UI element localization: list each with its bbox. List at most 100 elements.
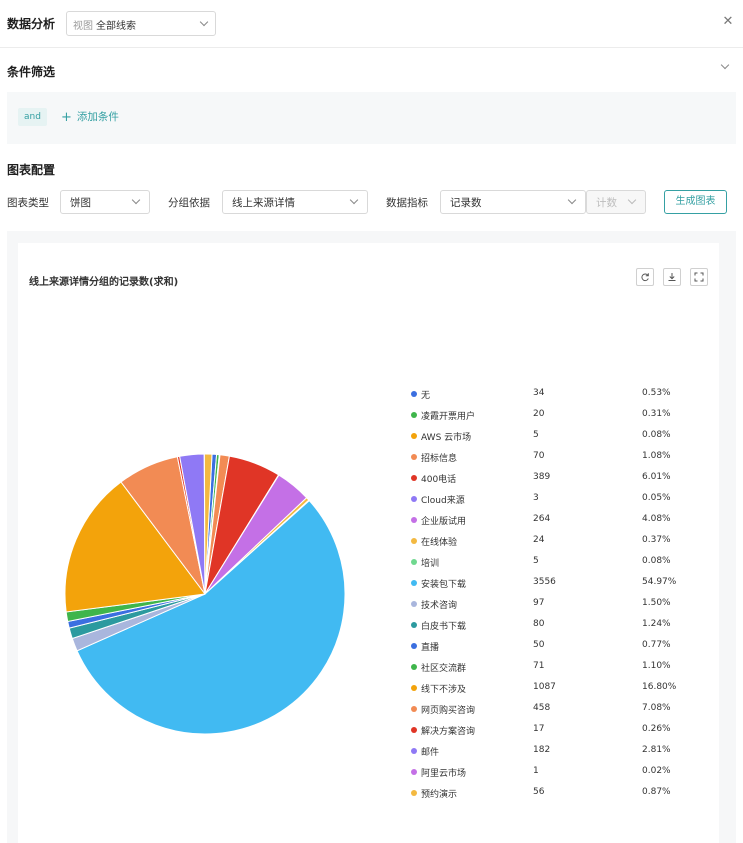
chevron-down-icon [131,195,141,205]
legend-item[interactable]: 直播 50 0.77% [411,640,701,661]
legend-percent: 0.31% [642,409,671,419]
panel-title: 数据分析 [7,17,56,31]
legend-percent: 1.50% [642,598,671,608]
legend-label: 直播 [421,643,440,653]
legend-count: 3556 [533,577,556,587]
legend-color-dot [411,622,417,628]
legend-item[interactable]: 线下不涉及 1087 16.80% [411,682,701,703]
legend-percent: 0.08% [642,556,671,566]
panel-header: 数据分析 视图 全部线索 ✕ [0,0,743,48]
view-select[interactable]: 视图 全部线索 [66,11,216,36]
legend-item[interactable]: 邮件 182 2.81% [411,745,701,766]
legend-color-dot [411,685,417,691]
generate-chart-button[interactable]: 生成图表 [664,190,727,214]
legend-label: 凌霞开票用户 [421,412,476,422]
aggregation-select[interactable]: 计数 [586,190,646,214]
chart-type-select[interactable]: 饼图 [60,190,150,214]
chart-config-title: 图表配置 [7,163,56,177]
legend-count: 5 [533,556,539,566]
legend-item[interactable]: Cloud来源 3 0.05% [411,493,701,514]
aggregation-placeholder: 计数 [596,197,617,209]
legend-color-dot [411,538,417,544]
legend-item[interactable]: 白皮书下载 80 1.24% [411,619,701,640]
close-icon[interactable]: ✕ [722,15,734,29]
legend-item[interactable]: 阿里云市场 1 0.02% [411,766,701,787]
legend-percent: 0.02% [642,766,671,776]
chart-card: 线上来源详情分组的记录数(求和) 无 34 0.53% 凌霞开票用户 20 0.31% AW… [18,243,719,843]
legend-color-dot [411,412,417,418]
legend-color-dot [411,391,417,397]
chart-type-value: 饼图 [70,197,91,209]
legend-color-dot [411,517,417,523]
legend-item[interactable]: 凌霞开票用户 20 0.31% [411,409,701,430]
view-select-value: 全部线索 [96,21,136,32]
legend-item[interactable]: 社区交流群 71 1.10% [411,661,701,682]
group-by-select[interactable]: 线上来源详情 [222,190,368,214]
metric-value: 记录数 [450,197,482,209]
metric-select[interactable]: 记录数 [440,190,586,214]
legend-label: 预约演示 [421,790,458,800]
legend-item[interactable]: 400电话 389 6.01% [411,472,701,493]
legend-color-dot [411,454,417,460]
legend-count: 24 [533,535,545,545]
filter-conditions-box: and + 添加条件 [7,92,736,144]
legend-label: 解决方案咨询 [421,727,476,737]
legend-count: 1 [533,766,539,776]
legend-percent: 0.05% [642,493,671,503]
and-operator-tag[interactable]: and [18,108,47,126]
legend-color-dot [411,727,417,733]
legend-count: 182 [533,745,551,755]
legend-label: 网页购买咨询 [421,706,476,716]
filter-section-title: 条件筛选 [7,65,56,79]
legend-percent: 1.24% [642,619,671,629]
legend-label: AWS 云市场 [421,433,472,443]
chevron-down-icon [567,195,577,205]
legend-percent: 7.08% [642,703,671,713]
legend-item[interactable]: 培训 5 0.08% [411,556,701,577]
legend-item[interactable]: 预约演示 56 0.87% [411,787,701,808]
group-by-value: 线上来源详情 [232,197,295,209]
legend-label: 社区交流群 [421,664,467,674]
legend-color-dot [411,706,417,712]
legend-color-dot [411,496,417,502]
legend-percent: 1.10% [642,661,671,671]
legend-percent: 0.77% [642,640,671,650]
legend-color-dot [411,601,417,607]
legend-count: 97 [533,598,545,608]
legend-percent: 0.53% [642,388,671,398]
legend-percent: 0.87% [642,787,671,797]
legend-item[interactable]: 在线体验 24 0.37% [411,535,701,556]
legend-item[interactable]: 招标信息 70 1.08% [411,451,701,472]
legend-count: 70 [533,451,545,461]
legend-item[interactable]: 技术咨询 97 1.50% [411,598,701,619]
view-select-prefix: 视图 [73,21,93,32]
legend-color-dot [411,790,417,796]
legend-color-dot [411,559,417,565]
add-condition-label: 添加条件 [76,111,119,123]
legend-color-dot [411,475,417,481]
legend-count: 20 [533,409,545,419]
legend-item[interactable]: 解决方案咨询 17 0.26% [411,724,701,745]
legend-count: 17 [533,724,545,734]
legend-item[interactable]: 企业版试用 264 4.08% [411,514,701,535]
legend-label: 培训 [421,559,440,569]
legend-count: 56 [533,787,545,797]
legend-label: 招标信息 [421,454,458,464]
legend-item[interactable]: 安装包下载 3556 54.97% [411,577,701,598]
legend-label: 白皮书下载 [421,622,467,632]
legend-percent: 2.81% [642,745,671,755]
legend-percent: 1.08% [642,451,671,461]
legend-label: 线下不涉及 [421,685,467,695]
chart-area: 线上来源详情分组的记录数(求和) 无 34 0.53% 凌霞开票用户 20 0.31% AW… [7,231,736,843]
add-condition-button[interactable]: + 添加条件 [61,109,119,125]
legend-item[interactable]: 网页购买咨询 458 7.08% [411,703,701,724]
legend-label: 在线体验 [421,538,458,548]
legend-item[interactable]: AWS 云市场 5 0.08% [411,430,701,451]
metric-label: 数据指标 [386,197,428,209]
legend-count: 458 [533,703,551,713]
legend-count: 264 [533,514,551,524]
legend-item[interactable]: 无 34 0.53% [411,388,701,409]
legend-percent: 4.08% [642,514,671,524]
legend-color-dot [411,643,417,649]
collapse-chevron-icon[interactable] [720,60,730,72]
